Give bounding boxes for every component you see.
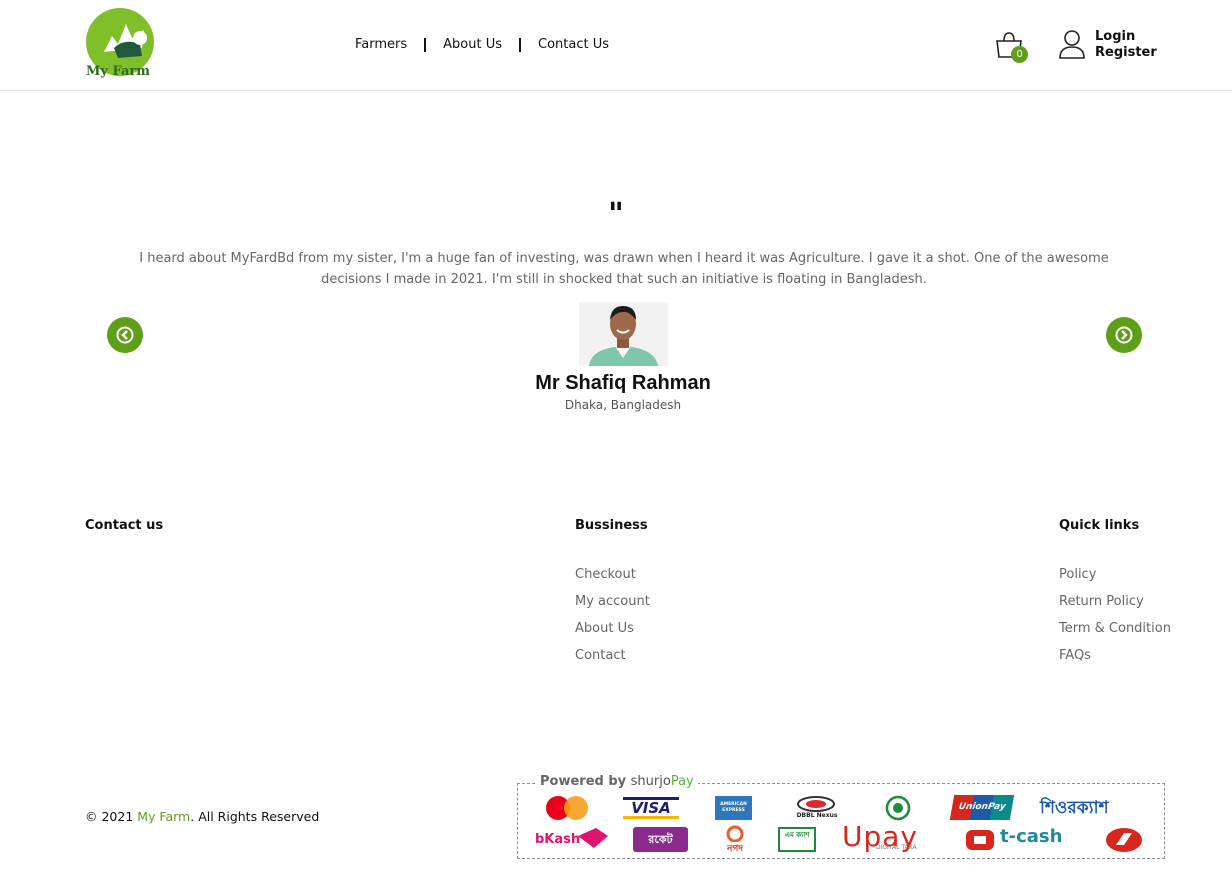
powered-by-label: Powered by shurjoPay [536,774,698,789]
carousel-next-button[interactable] [1106,317,1142,353]
footer-link-item: Term & Condition [1059,621,1171,648]
footer-link-item: Return Policy [1059,594,1171,621]
footer-business: Bussiness Checkout My account About Us C… [575,518,650,675]
dbbl-nexus-logo: DBBL Nexus [796,812,838,819]
footer-link-item: Checkout [575,567,650,594]
register-link[interactable]: Register [1095,45,1157,61]
powered-by-text: Powered by [540,774,627,789]
surecash-logo: শিওরক্যাশ [1040,798,1109,818]
unionpay-logo: UnionPay [949,795,1015,820]
testimonial-location: Dhaka, Bangladesh [564,398,682,412]
carousel-prev-button[interactable] [107,317,143,353]
shurjopay-brand-a: shurjo [630,774,671,789]
nagad-flame-icon [726,825,744,842]
footer-link-item: My account [575,594,650,621]
upay-tagline: DIGITAL TAKA [876,844,917,851]
shurjopay-brand-b: Pay [670,774,694,789]
footer-link-about-us[interactable]: About Us [575,621,634,636]
footer-link-item: About Us [575,621,650,648]
bkash-logo: bKash [535,832,581,847]
copyright-prefix: © 2021 [85,809,134,824]
testimonial-text: I heard about MyFardBd from my sister, I… [139,251,1109,287]
footer-link-contact[interactable]: Contact [575,648,626,663]
logo-text: My Farm [86,64,151,79]
nav-contact-us[interactable]: Contact Us [538,37,609,52]
copyright: © 2021 My Farm. All Rights Reserved [85,809,319,824]
footer-heading-business: Bussiness [575,518,648,533]
footer-link-item: FAQs [1059,648,1171,675]
footer-link-item: Contact [575,648,650,675]
visa-logo: VISA [623,797,679,819]
copyright-brand-link[interactable]: My Farm [137,809,190,824]
mcash-logo: এম ক্যাশ [778,827,816,852]
footer-link-terms[interactable]: Term & Condition [1059,621,1171,636]
nav-divider [424,37,427,52]
bank-emblem-logo [885,795,911,821]
footer-link-item: Policy [1059,567,1171,594]
nav-about-us[interactable]: About Us [443,37,502,52]
footer-quick-links: Quick links Policy Return Policy Term & … [1059,518,1171,675]
footer-link-policy[interactable]: Policy [1059,567,1096,582]
dbbl-nexus-mark [797,796,835,812]
nav-farmers[interactable]: Farmers [355,37,407,52]
login-link[interactable]: Login [1095,29,1157,45]
testimonial-photo [579,302,668,366]
tcash-logo: t-cash [1000,826,1063,847]
cart-count-badge: 0 [1011,46,1028,63]
quote-mark: " [608,197,624,232]
mastercard-logo [546,796,588,820]
footer-contact: Contact us [85,518,163,567]
nav-divider [519,37,522,52]
site-header: My Farm Farmers About Us Contact Us 0 Lo… [0,0,1232,91]
footer-heading-quick-links: Quick links [1059,518,1140,533]
bank-card-logo [1106,828,1142,852]
bkash-bird-icon [578,828,608,848]
rocket-logo: রকেট [633,827,688,852]
tcash-mark [966,830,994,850]
copyright-suffix: . All Rights Reserved [190,809,320,824]
footer-link-return-policy[interactable]: Return Policy [1059,594,1144,609]
user-icon[interactable] [1058,29,1086,59]
footer-link-faqs[interactable]: FAQs [1059,648,1091,663]
auth-links: Login Register [1095,29,1157,61]
nagad-logo: নগদ [727,844,743,854]
footer-heading-contact: Contact us [85,518,164,533]
main-nav: Farmers About Us Contact Us [355,37,609,52]
footer-link-my-account[interactable]: My account [575,594,650,609]
amex-logo: AMERICAN EXPRESS [715,796,752,820]
footer-link-checkout[interactable]: Checkout [575,567,636,582]
testimonial-name: Mr Shafiq Rahman [535,372,711,394]
